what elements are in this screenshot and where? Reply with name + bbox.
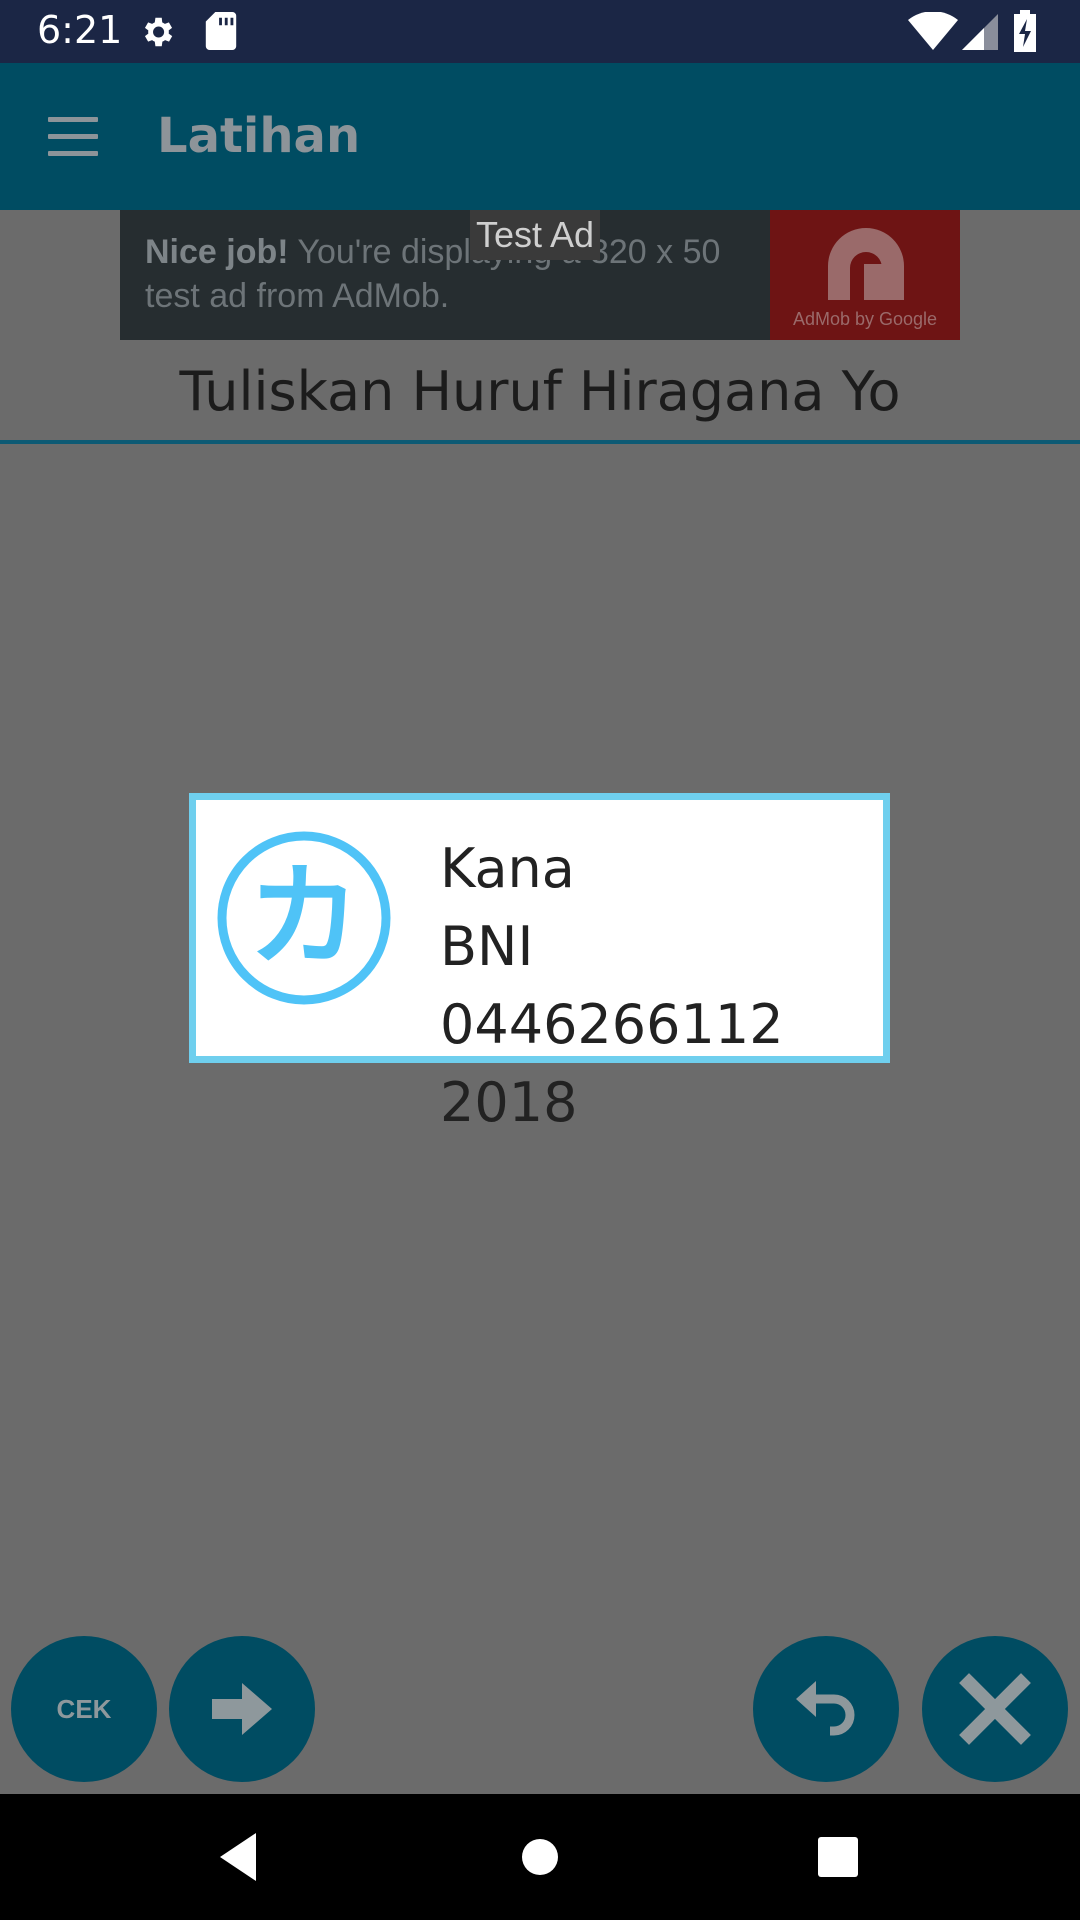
hamburger-menu-icon[interactable] [38, 109, 108, 165]
dialog-bank-account: BNI 0446266112 [440, 915, 784, 1056]
admob-logo-text: AdMob by Google [792, 309, 938, 329]
battery-charging-icon [1014, 10, 1036, 52]
ad-text: Nice job! You're displaying a 320 x 50 t… [145, 230, 745, 318]
about-dialog[interactable]: カ Kana BNI 0446266112 2018 [189, 793, 890, 1134]
navigation-bar [0, 1794, 1080, 1920]
recents-icon[interactable] [808, 1827, 868, 1887]
app-title: Latihan [157, 108, 361, 164]
status-bar: 6:21 [0, 0, 1080, 63]
clear-button[interactable] [922, 1636, 1068, 1782]
back-icon[interactable] [212, 1827, 272, 1887]
dialog-year: 2018 [440, 1071, 578, 1134]
kana-logo-icon: カ [217, 831, 391, 1005]
check-button[interactable]: CEK [11, 1636, 157, 1782]
close-icon [959, 1673, 1031, 1745]
next-button[interactable] [169, 1636, 315, 1782]
exercise-prompt: Tuliskan Huruf Hiragana Yo [179, 360, 901, 423]
dialog-text: Kana BNI 0446266112 2018 [440, 830, 883, 1142]
ad-headline: Nice job! [145, 233, 289, 271]
signal-icon [962, 14, 998, 50]
admob-mark-icon [828, 228, 904, 300]
check-button-label: CEK [56, 1694, 112, 1724]
dialog-app-name: Kana [440, 837, 575, 900]
settings-icon [144, 17, 173, 47]
arrow-right-icon [212, 1683, 272, 1735]
test-ad-label: Test Ad [470, 210, 601, 260]
undo-button[interactable] [753, 1636, 899, 1782]
admob-logo: AdMob by Google [770, 210, 960, 340]
app-bar: Latihan [0, 63, 1080, 210]
sd-card-icon [205, 12, 237, 50]
wifi-icon [908, 12, 958, 50]
undo-icon [796, 1681, 855, 1736]
status-time: 6:21 [37, 8, 123, 52]
kana-logo-glyph: カ [248, 852, 360, 982]
home-icon[interactable] [510, 1827, 570, 1887]
